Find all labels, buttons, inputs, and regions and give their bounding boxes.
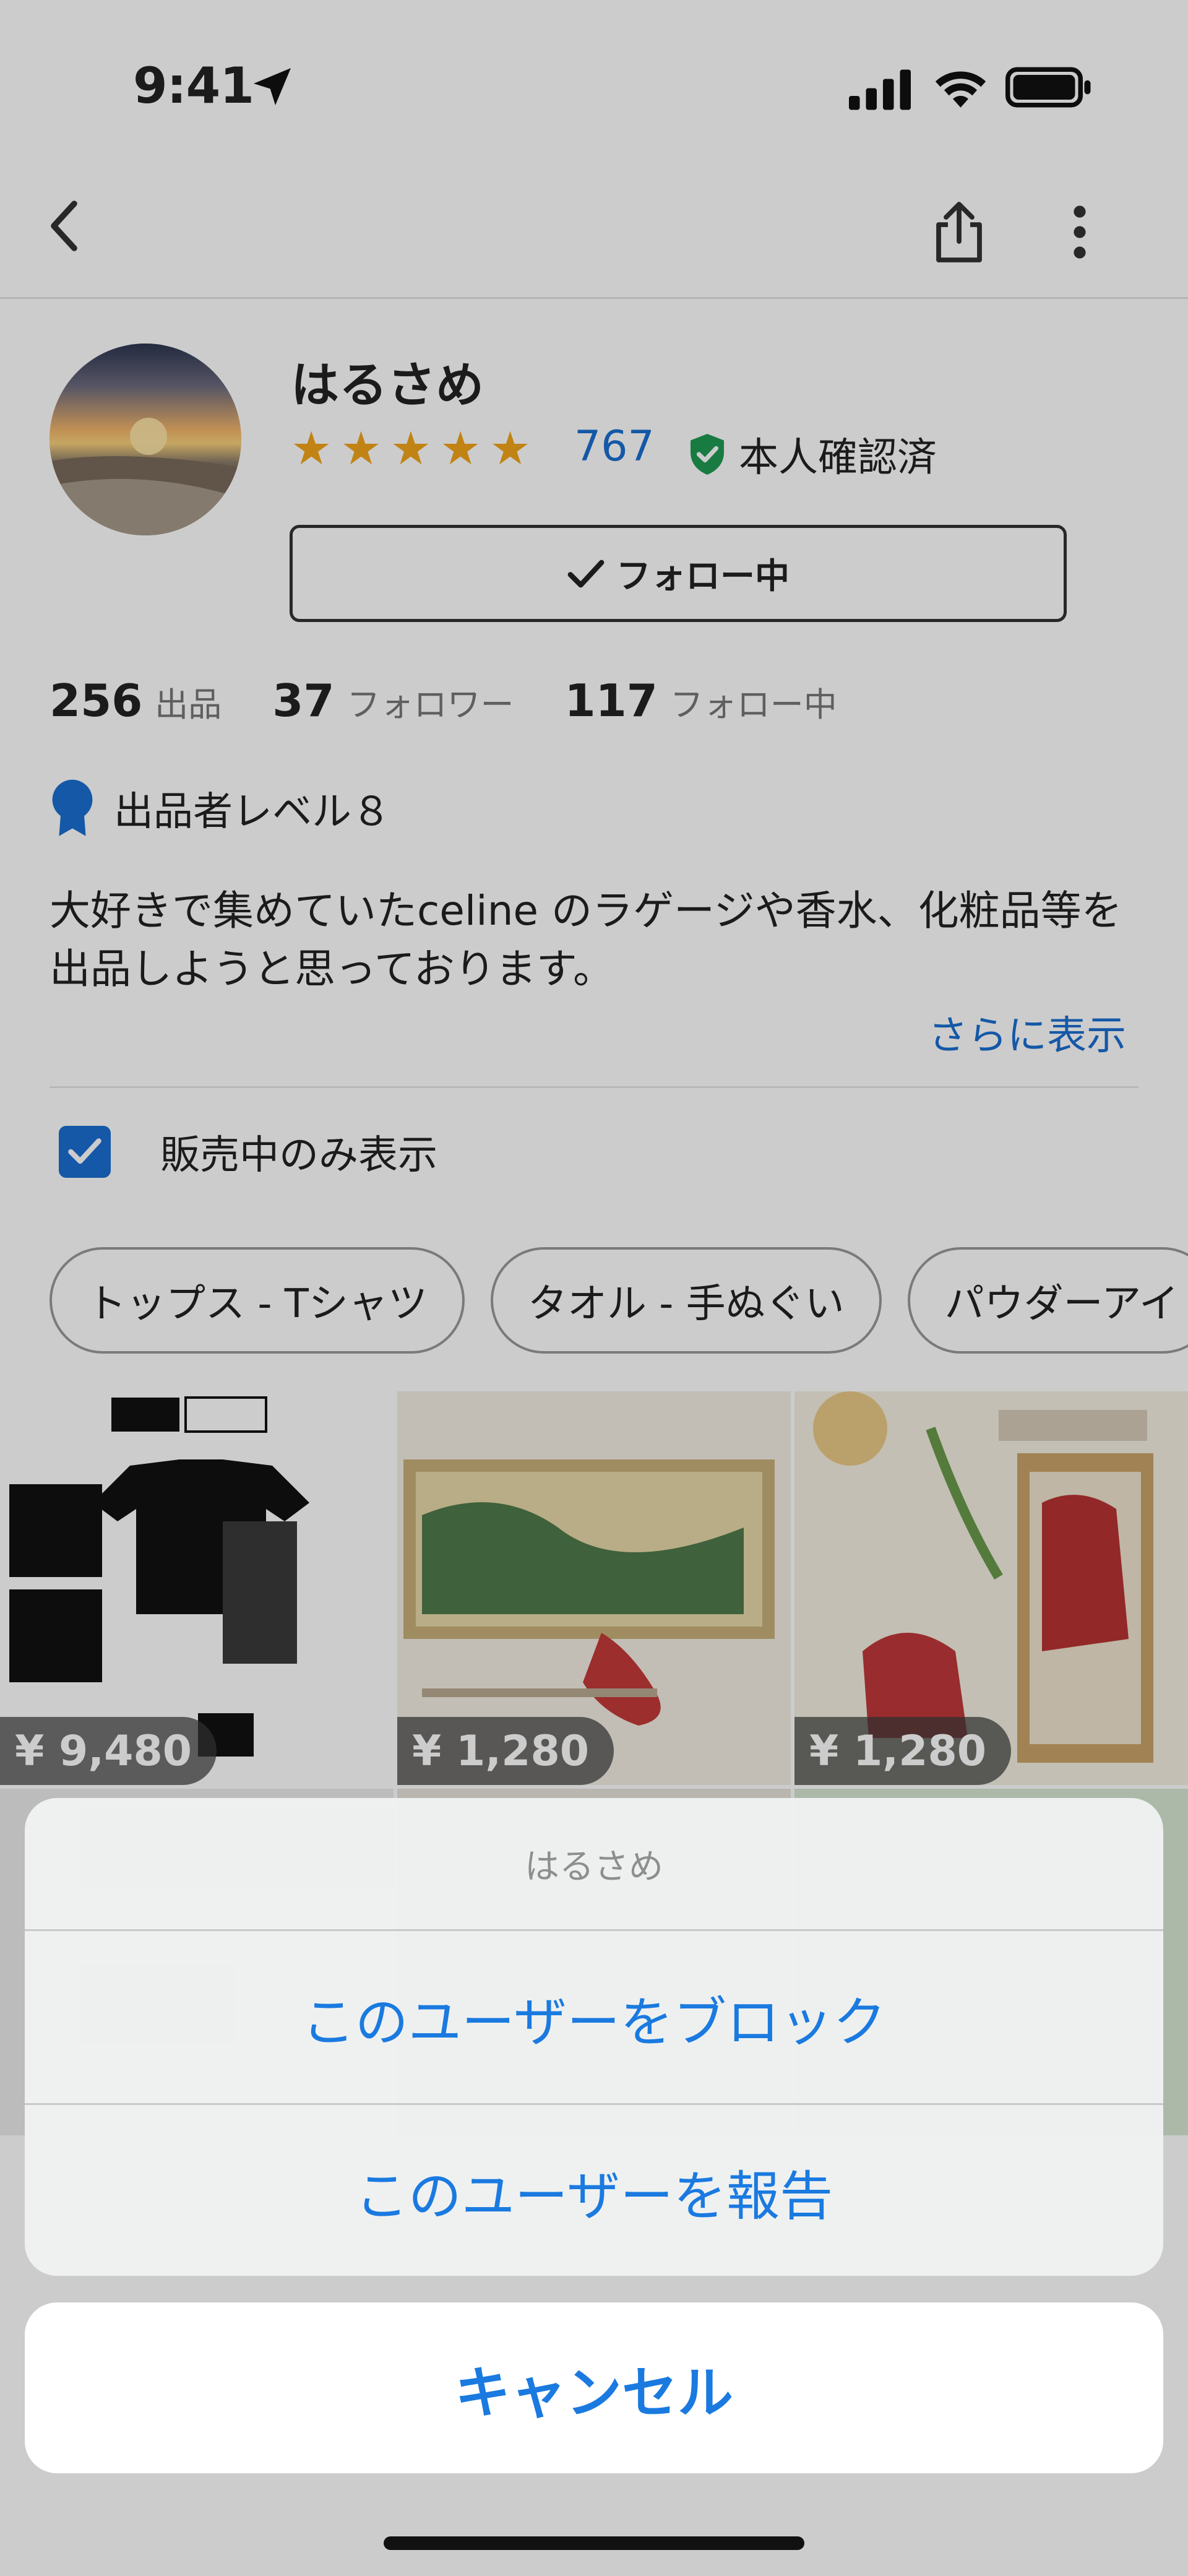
report-user-button[interactable]: このユーザーを報告 <box>25 2105 1163 2276</box>
action-sheet-title: はるさめ <box>25 1798 1163 1931</box>
cancel-button[interactable]: キャンセル <box>25 2302 1163 2473</box>
block-user-button[interactable]: このユーザーをブロック <box>25 1931 1163 2105</box>
action-sheet: はるさめ このユーザーをブロック このユーザーを報告 <box>25 1798 1163 2276</box>
home-indicator <box>384 2536 804 2550</box>
